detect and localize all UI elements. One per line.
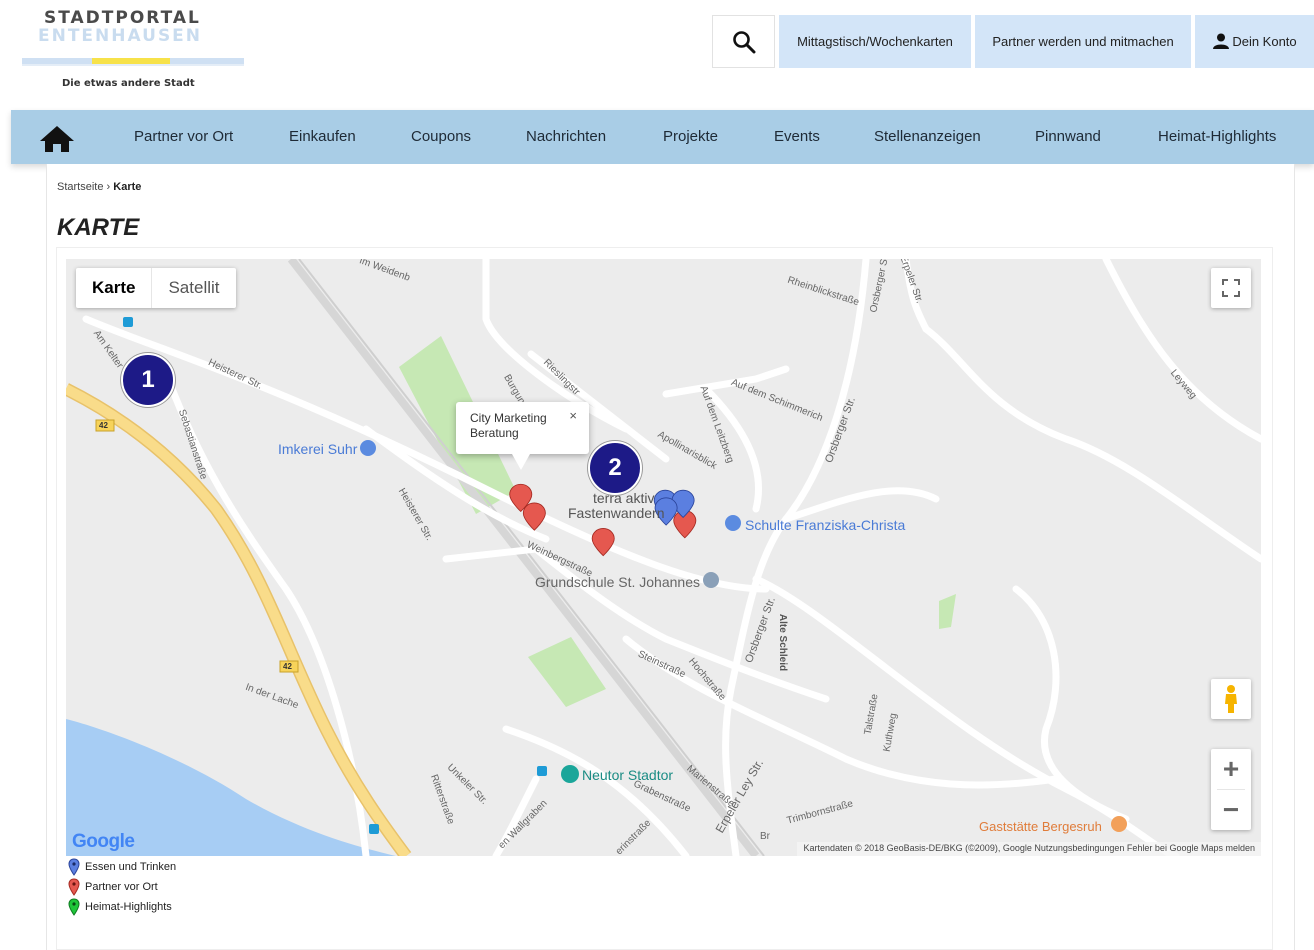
map-attribution[interactable]: Kartendaten © 2018 GeoBasis-DE/BKG (©200…	[797, 842, 1261, 856]
logo-subtitle: ENTENHAUSEN	[38, 26, 203, 46]
nav-item-jobs[interactable]: Stellenanzeigen	[874, 110, 981, 164]
poi-grundschule[interactable]: Grundschule St. Johannes	[535, 574, 700, 590]
home-icon[interactable]	[39, 125, 75, 153]
nav-item-partner[interactable]: Partner vor Ort	[134, 110, 233, 164]
google-map[interactable]: Im Weidenb Rheinblickstraße Orsberger St…	[66, 259, 1261, 856]
site-logo[interactable]: STADTPORTAL ENTENHAUSEN Die etwas andere…	[22, 6, 244, 98]
logo-underline	[22, 64, 244, 66]
nav-item-pinboard[interactable]: Pinnwand	[1035, 110, 1101, 164]
account-button[interactable]: Dein Konto	[1195, 15, 1314, 68]
nav-item-projects[interactable]: Projekte	[663, 110, 718, 164]
red-marker-icon	[68, 878, 80, 896]
google-logo[interactable]: Google	[72, 831, 135, 853]
site-header: STADTPORTAL ENTENHAUSEN Die etwas andere…	[0, 0, 1314, 110]
poi-fastenwandern[interactable]: Fastenwandern	[568, 505, 665, 521]
legend-label: Partner vor Ort	[85, 881, 158, 893]
poi-neutor[interactable]: Neutor Stadtor	[582, 767, 673, 783]
person-icon	[1213, 33, 1230, 49]
close-icon[interactable]: ×	[569, 408, 577, 423]
road-number: 42	[99, 421, 108, 430]
legend-label: Heimat-Highlights	[85, 901, 172, 913]
street-label: Alte Schleid	[777, 613, 789, 672]
map-info-window[interactable]: City Marketing Beratung ×	[456, 402, 589, 470]
legend-label: Essen und Trinken	[85, 861, 177, 873]
zoom-in-button[interactable]: +	[1211, 749, 1251, 789]
map-legend: Essen und Trinken Partner vor Ort Heimat…	[68, 857, 176, 917]
legend-item-food: Essen und Trinken	[68, 857, 176, 877]
main-navigation: Partner vor Ort Einkaufen Coupons Nachri…	[11, 110, 1314, 164]
become-partner-button[interactable]: Partner werden und mitmachen	[975, 15, 1191, 68]
breadcrumb: Startseite › Karte	[57, 181, 141, 193]
map-type-control: Karte Satellit	[76, 268, 236, 308]
nav-item-highlights[interactable]: Heimat-Highlights	[1158, 110, 1276, 164]
pegman-icon	[1225, 685, 1237, 713]
logo-tagline: Die etwas andere Stadt	[62, 78, 195, 89]
nav-item-coupons[interactable]: Coupons	[411, 110, 471, 164]
poi-imkerei[interactable]: Imkerei Suhr	[278, 441, 357, 457]
google-logo-text: Google	[72, 831, 135, 852]
map-type-satellite-button[interactable]: Satellit	[152, 268, 235, 308]
map-type-map-button[interactable]: Karte	[76, 268, 153, 308]
menu-cards-button[interactable]: Mittagstisch/Wochenkarten	[779, 15, 971, 68]
blue-marker-icon	[68, 858, 80, 876]
search-icon	[732, 30, 755, 53]
page-title: KARTE	[57, 214, 140, 241]
poi-schulte[interactable]: Schulte Franziska-Christa	[745, 517, 905, 533]
account-label: Dein Konto	[1232, 34, 1297, 49]
annotation-badge-1: 1	[121, 353, 175, 407]
info-window-tail	[512, 454, 530, 470]
fullscreen-button[interactable]	[1211, 268, 1251, 308]
road-number: 42	[283, 662, 292, 671]
street-view-button[interactable]	[1211, 679, 1251, 719]
fullscreen-icon	[1222, 279, 1240, 297]
nav-item-news[interactable]: Nachrichten	[526, 110, 606, 164]
zoom-out-button[interactable]: −	[1211, 790, 1251, 830]
poi-gaststaette[interactable]: Gaststätte Bergesruh	[979, 819, 1102, 834]
breadcrumb-home[interactable]: Startseite	[57, 181, 103, 193]
logo-title: STADTPORTAL	[44, 8, 201, 28]
green-marker-icon	[68, 898, 80, 916]
legend-item-partner: Partner vor Ort	[68, 877, 176, 897]
legend-item-highlights: Heimat-Highlights	[68, 897, 176, 917]
info-window-text: City Marketing Beratung	[470, 411, 547, 440]
zoom-control: + −	[1211, 749, 1251, 830]
search-button[interactable]	[712, 15, 775, 68]
street-label: Br	[760, 831, 770, 842]
breadcrumb-current: Karte	[113, 181, 142, 193]
annotation-badge-2: 2	[588, 441, 642, 495]
breadcrumb-separator: ›	[106, 181, 111, 193]
nav-item-events[interactable]: Events	[774, 110, 820, 164]
nav-item-shopping[interactable]: Einkaufen	[289, 110, 356, 164]
